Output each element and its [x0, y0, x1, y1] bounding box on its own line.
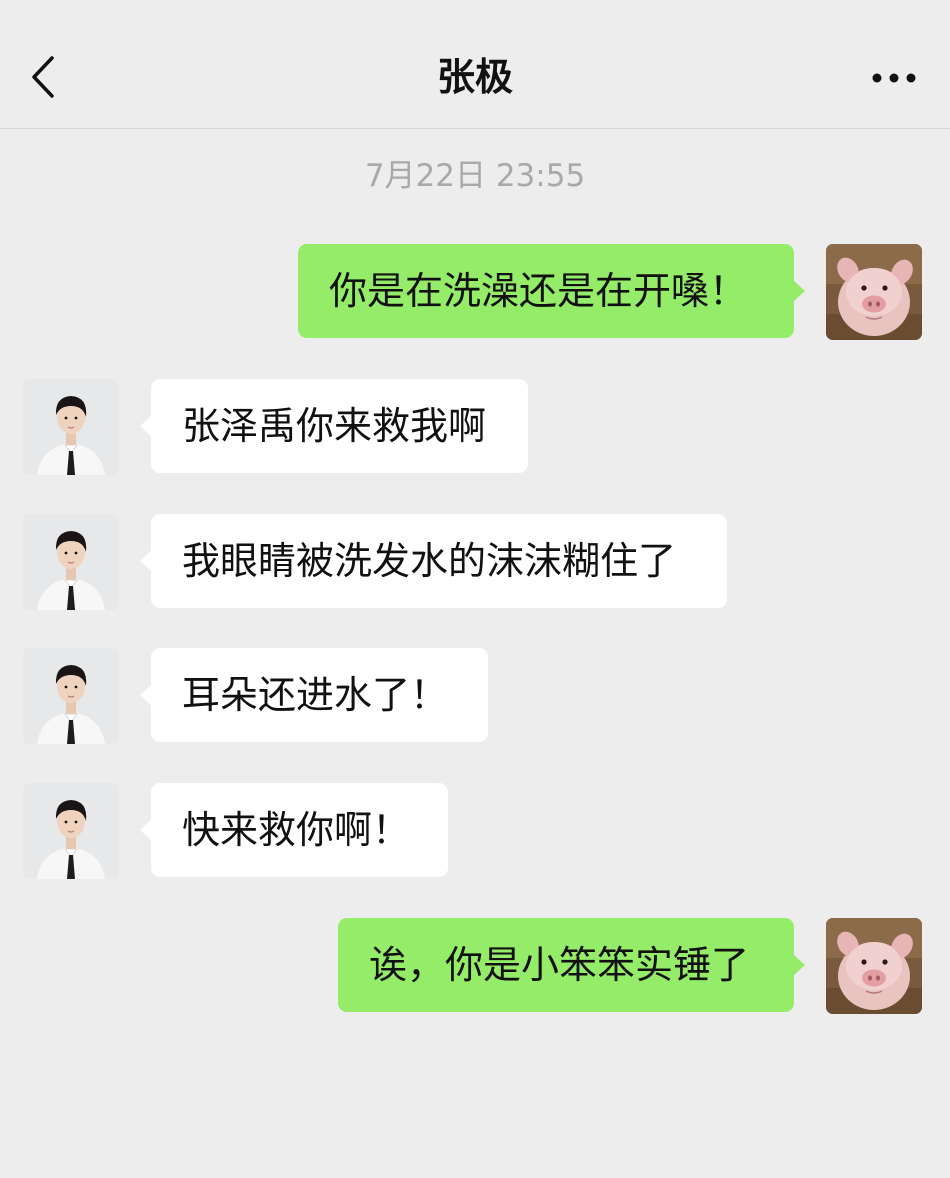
avatar-contact[interactable]	[23, 783, 119, 879]
message-bubble-outgoing[interactable]: 你是在洗澡还是在开嗓！	[298, 244, 805, 338]
chat-header: 张极	[0, 0, 950, 129]
more-dots-icon	[872, 73, 916, 83]
message-bubble-incoming[interactable]: 我眼睛被洗发水的沫沫糊住了	[140, 514, 727, 608]
avatar-contact[interactable]	[23, 648, 119, 744]
message-bubble-incoming[interactable]: 快来救你啊！	[140, 783, 448, 877]
message-timestamp: 7月22日 23:55	[364, 158, 586, 194]
chat-title: 张极	[436, 55, 513, 99]
message-bubble-incoming[interactable]: 张泽禹你来救我啊	[140, 379, 528, 473]
avatar-self[interactable]	[826, 244, 922, 340]
avatar-contact[interactable]	[23, 379, 119, 475]
avatar-contact[interactable]	[23, 514, 119, 610]
more-options-button[interactable]	[866, 62, 922, 92]
message-bubble-incoming[interactable]: 耳朵还进水了！	[140, 648, 488, 742]
message-bubble-outgoing[interactable]: 诶，你是小笨笨实锤了	[338, 918, 805, 1012]
avatar-self[interactable]	[826, 918, 922, 1014]
